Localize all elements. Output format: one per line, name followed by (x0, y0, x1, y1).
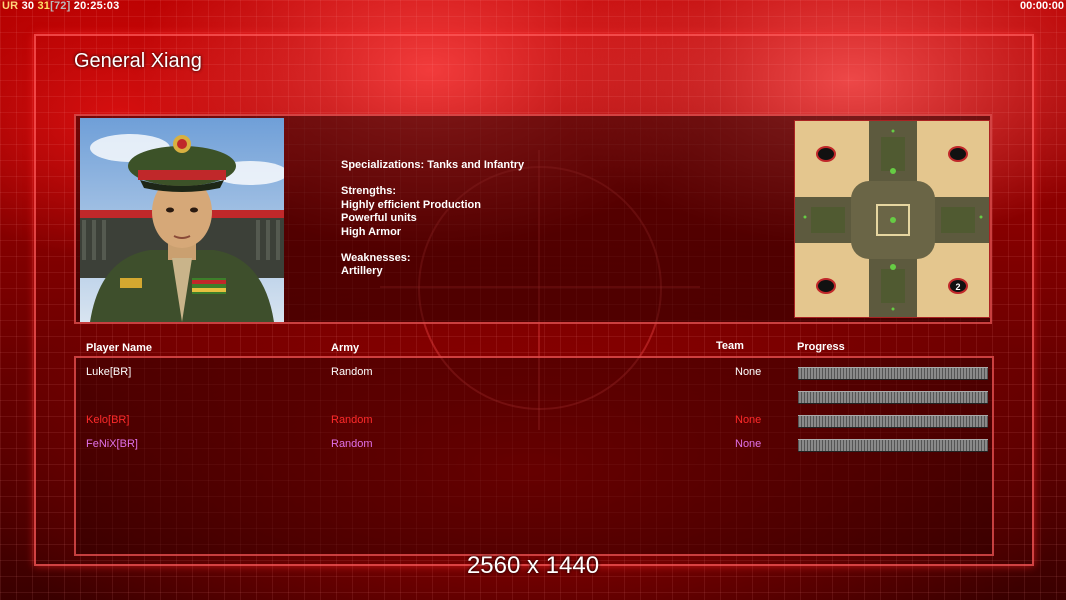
player-army: Random (331, 438, 373, 450)
hud-fps-secondary: 31 (37, 0, 51, 12)
strengths-heading: Strengths: (341, 185, 396, 198)
weakness-item: Artillery (341, 265, 383, 278)
player-army: Random (331, 366, 373, 378)
map-preview: 2 (794, 120, 990, 318)
players-panel (74, 356, 994, 556)
header-progress: Progress (797, 341, 845, 353)
loading-progress-bar (798, 415, 988, 428)
loading-progress-bar (798, 439, 988, 452)
table-row: Kelo[BR] Random None (0, 414, 1066, 430)
table-row: FeNiX[BR] Random None (0, 438, 1066, 454)
hud-stats: UR 30 31[72] 20:25:03 (2, 0, 119, 12)
strength-item: High Armor (341, 225, 402, 238)
player-team: None (735, 414, 762, 426)
general-portrait (80, 118, 284, 322)
header-player-name: Player Name (86, 342, 153, 354)
general-description: Specializations: Tanks and Infantry Stre… (341, 159, 524, 279)
player-name: Kelo[BR] (86, 414, 130, 426)
table-row: Luke[BR] Random None (0, 366, 1066, 382)
loading-progress-bar (798, 391, 988, 404)
hud-timer: 00:00:00 (1019, 0, 1064, 12)
players-table-header: Player Name Army Team Progress (0, 340, 1066, 356)
player-team: None (735, 438, 762, 450)
resolution-label: 2560 x 1440 (466, 552, 600, 579)
player-name: FeNiX[BR] (86, 438, 138, 450)
general-title: General Xiang (74, 50, 202, 72)
player-team: None (735, 366, 762, 378)
hud-fps-cap: [72] (50, 0, 71, 12)
header-team: Team (716, 340, 744, 352)
strength-item: Powerful units (341, 212, 417, 225)
start-position-marker: 2 (955, 282, 960, 292)
hud-prefix: UR (2, 0, 19, 12)
strength-item: Highly efficient Production (341, 198, 481, 211)
specializations-text: Specializations: Tanks and Infantry (341, 159, 525, 171)
player-army: Random (331, 414, 373, 426)
table-row (0, 390, 1066, 406)
header-army: Army (331, 342, 360, 354)
weaknesses-heading: Weaknesses: (341, 252, 411, 265)
hud-bar: UR 30 31[72] 20:25:03 00:00:00 (0, 0, 1066, 14)
loading-progress-bar (798, 367, 988, 380)
hud-fps: 30 (21, 0, 35, 12)
hud-clock: 20:25:03 (73, 0, 120, 12)
player-name: Luke[BR] (86, 366, 132, 378)
